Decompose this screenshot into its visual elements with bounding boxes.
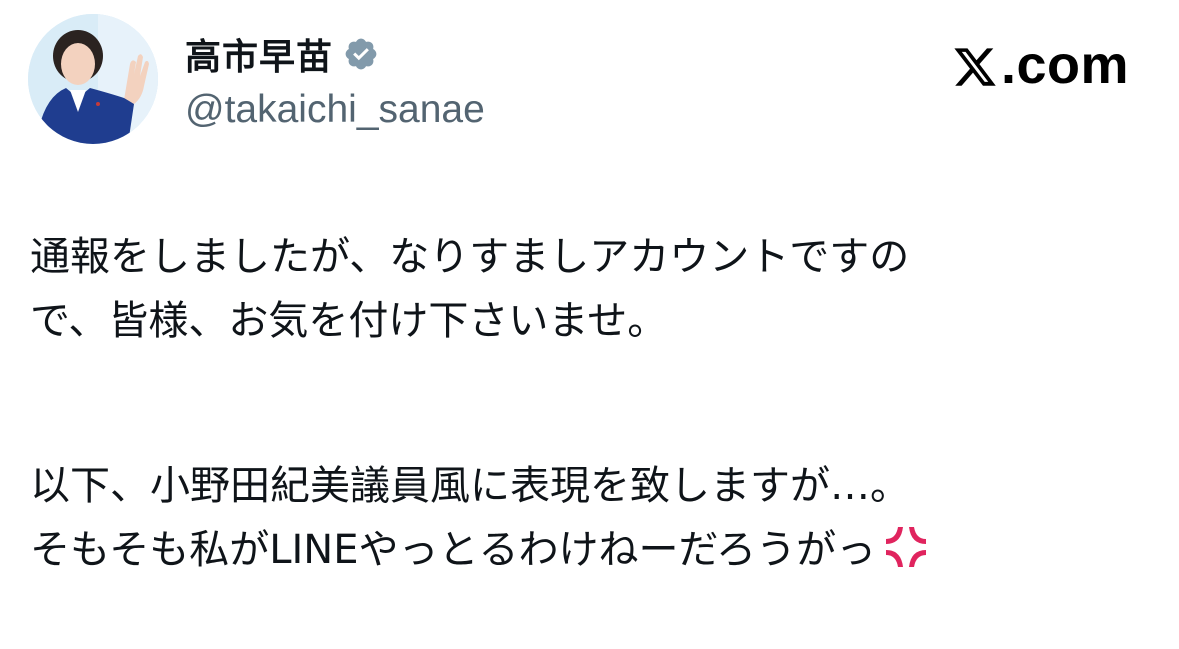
post-line-with-emoji: そもそも私がLINEやっとるわけねーだろうがっ xyxy=(30,518,1150,582)
anger-symbol-icon xyxy=(882,523,930,571)
post-line: 通報をしましたが、なりすましアカウントですの xyxy=(30,234,910,280)
verified-badge-icon xyxy=(343,36,379,72)
user-handle[interactable]: @takaichi_sanae xyxy=(185,88,485,132)
display-name[interactable]: 高市早苗 xyxy=(185,28,333,80)
brand-suffix: .com xyxy=(1000,35,1129,95)
tweet-card: 高市早苗 @takaichi_sanae .com 通報をしましたが、なりすまし… xyxy=(0,0,1179,649)
avatar[interactable] xyxy=(28,14,158,144)
post-text: 通報をしましたが、なりすましアカウントですの で、皆様、お気を付け下さいませ。 … xyxy=(30,225,1150,582)
post-line-text: そもそも私がLINEやっとるわけねーだろうがっ xyxy=(30,527,877,573)
post-line: 以下、小野田紀美議員風に表現を致しますが…。 xyxy=(30,463,910,509)
name-row: 高市早苗 xyxy=(185,28,485,80)
author-block: 高市早苗 @takaichi_sanae xyxy=(185,28,485,132)
x-logo-icon xyxy=(954,48,996,86)
brand-watermark: .com xyxy=(952,34,1129,96)
avatar-image xyxy=(28,14,158,144)
post-line: で、皆様、お気を付け下さいませ。 xyxy=(30,298,668,344)
